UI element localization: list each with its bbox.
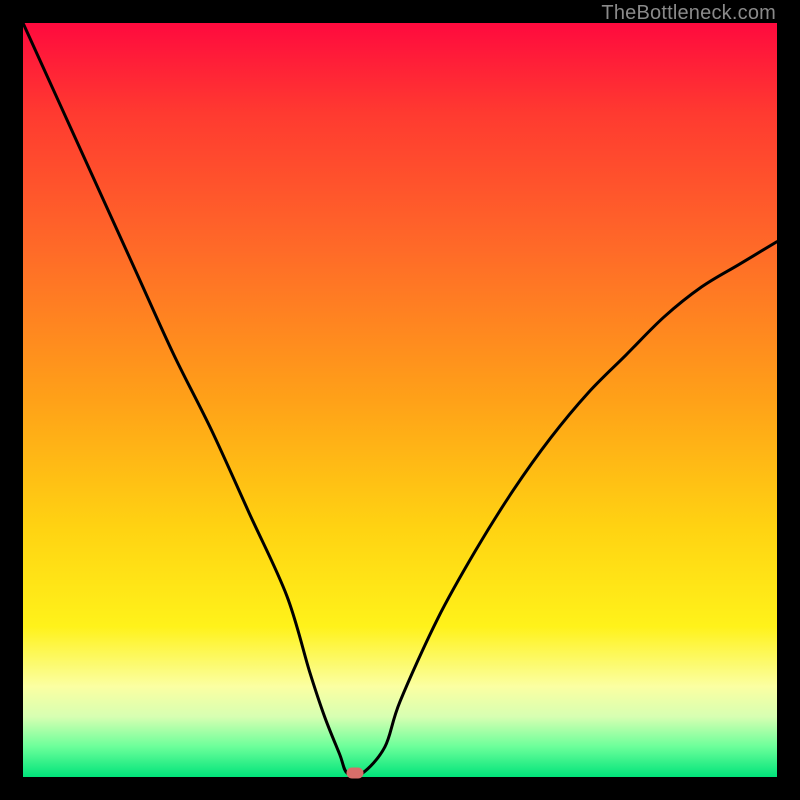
bottleneck-curve — [23, 23, 777, 777]
chart-frame: TheBottleneck.com — [0, 0, 800, 800]
bottleneck-marker — [346, 768, 363, 779]
plot-area — [23, 23, 777, 777]
watermark-text: TheBottleneck.com — [601, 2, 776, 25]
